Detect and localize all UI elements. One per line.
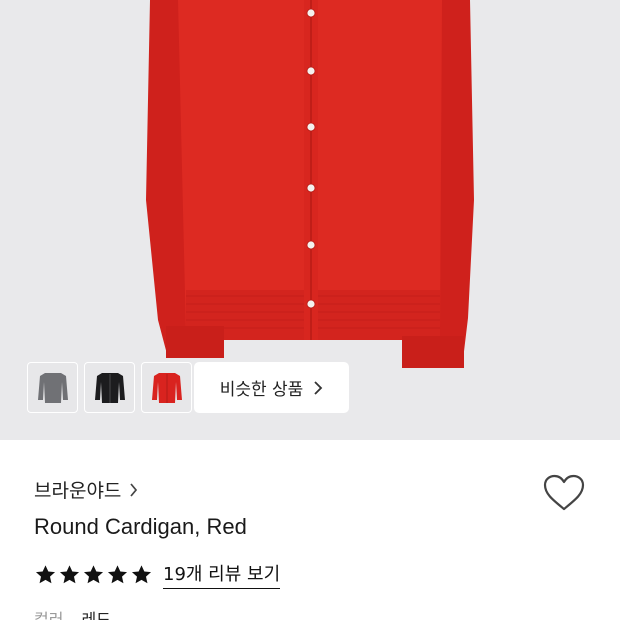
similar-products-label: 비슷한 상품 [219,380,304,400]
star-filled-icon [107,564,128,583]
thumbnail-gray[interactable] [27,362,78,413]
chevron-right-icon [314,380,323,395]
heart-outline-icon[interactable] [543,474,585,512]
star-filled-icon [35,564,56,583]
thumbnail-red[interactable] [141,362,192,413]
thumbnail-black[interactable] [84,362,135,413]
star-filled-icon [59,564,80,583]
red-cardigan-thumbnail-image [151,372,182,403]
brand-name: 브라운야드 [34,480,122,502]
star-filled-icon [131,564,152,583]
review-link[interactable]: 19개 리뷰 보기 [163,560,281,589]
color-option-row: 컬러 레드 [34,606,111,620]
color-value: 레드 [81,610,111,620]
black-cardigan-thumbnail-image [94,372,125,403]
rating-row: 19개 리뷰 보기 [34,560,281,589]
chevron-right-icon [130,482,138,497]
thumbnail-strip [27,362,192,413]
similar-products-button[interactable]: 비슷한 상품 [194,362,349,413]
brand-link[interactable]: 브라운야드 [34,476,138,503]
product-image-area[interactable]: 비슷한 상품 [0,0,620,440]
color-label: 컬러 [34,610,64,620]
gray-cardigan-thumbnail-image [37,372,68,403]
product-title: Round Cardigan, Red [34,514,247,539]
star-filled-icon [83,564,104,583]
star-rating [34,564,153,586]
